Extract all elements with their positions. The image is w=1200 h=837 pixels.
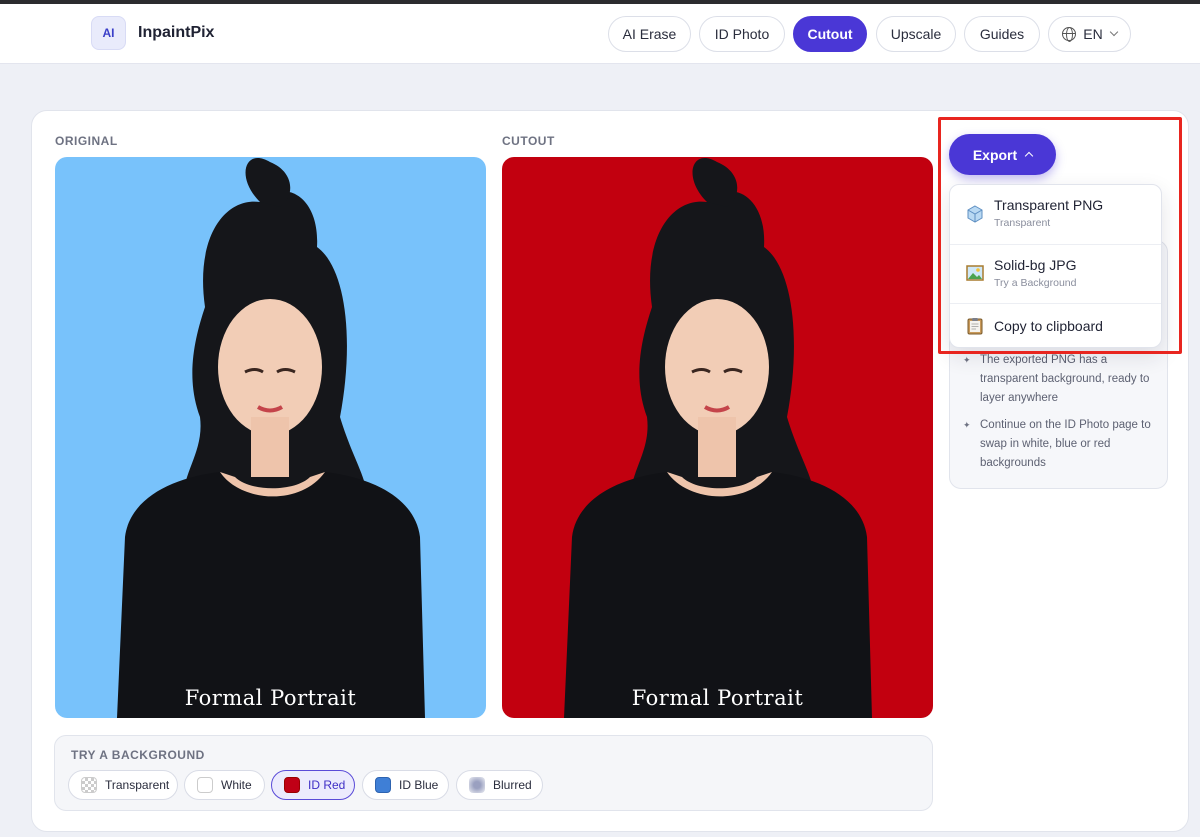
sparkle-icon: ✦ (963, 420, 971, 430)
original-label: ORIGINAL (55, 134, 118, 148)
bg-option-id-red[interactable]: ID Red (271, 770, 355, 800)
bg-option-transparent[interactable]: Transparent (68, 770, 178, 800)
blue-swatch-icon (375, 777, 391, 793)
tip-item: ✦ The exported PNG has a transparent bac… (963, 351, 1160, 408)
original-caption: Formal Portrait (184, 686, 357, 710)
cutout-portrait-illustration (564, 157, 872, 718)
cube-icon (967, 205, 983, 223)
bg-option-label: ID Blue (399, 778, 439, 792)
cutout-caption: Formal Portrait (631, 686, 804, 710)
copy-to-clipboard[interactable]: Copy to clipboard (950, 303, 1161, 348)
blur-swatch-icon (469, 777, 485, 793)
export-solid-bg-jpg[interactable]: Solid-bg JPG Try a Background (950, 244, 1161, 303)
original-photo: Formal Portrait (55, 157, 486, 718)
red-swatch-icon (284, 777, 300, 793)
language-selector[interactable]: EN (1048, 16, 1131, 52)
app-header: AI InpaintPix AI Erase ID Photo Cutout U… (0, 4, 1200, 64)
language-label: EN (1083, 26, 1103, 42)
try-background-title: TRY A BACKGROUND (71, 748, 205, 762)
nav-upscale[interactable]: Upscale (876, 16, 956, 52)
globe-icon (1062, 27, 1077, 42)
logo-badge[interactable]: AI (91, 16, 126, 50)
sparkle-icon: ✦ (963, 355, 971, 365)
bg-option-label: ID Red (308, 778, 346, 792)
bg-option-label: White (221, 778, 252, 792)
tip-item: ✦ Continue on the ID Photo page to swap … (963, 416, 1160, 473)
chevron-down-icon (1109, 27, 1118, 37)
cutout-label: CUTOUT (502, 134, 555, 148)
nav-cutout[interactable]: Cutout (793, 16, 867, 52)
try-background-panel: TRY A BACKGROUND Transparent White ID Re… (54, 735, 933, 811)
cutout-photo: Formal Portrait (502, 157, 933, 718)
bg-option-label: Blurred (493, 778, 532, 792)
export-button[interactable]: Export (949, 134, 1056, 175)
bg-option-id-blue[interactable]: ID Blue (362, 770, 449, 800)
portrait-illustration (117, 157, 425, 718)
bg-option-label: Transparent (105, 778, 170, 792)
bg-option-white[interactable]: White (184, 770, 265, 800)
clipboard-icon (967, 318, 983, 335)
image-icon (966, 265, 984, 281)
chevron-up-icon (1024, 151, 1034, 161)
checker-swatch-icon (81, 777, 97, 793)
nav-guides[interactable]: Guides (964, 16, 1040, 52)
nav-id-photo[interactable]: ID Photo (699, 16, 785, 52)
white-swatch-icon (197, 777, 213, 793)
app-name[interactable]: InpaintPix (138, 24, 214, 42)
export-transparent-png[interactable]: Transparent PNG Transparent (950, 185, 1161, 244)
bg-option-blurred[interactable]: Blurred (456, 770, 543, 800)
export-menu: Transparent PNG Transparent Solid-bg JPG… (949, 184, 1162, 348)
nav-ai-erase[interactable]: AI Erase (608, 16, 691, 52)
